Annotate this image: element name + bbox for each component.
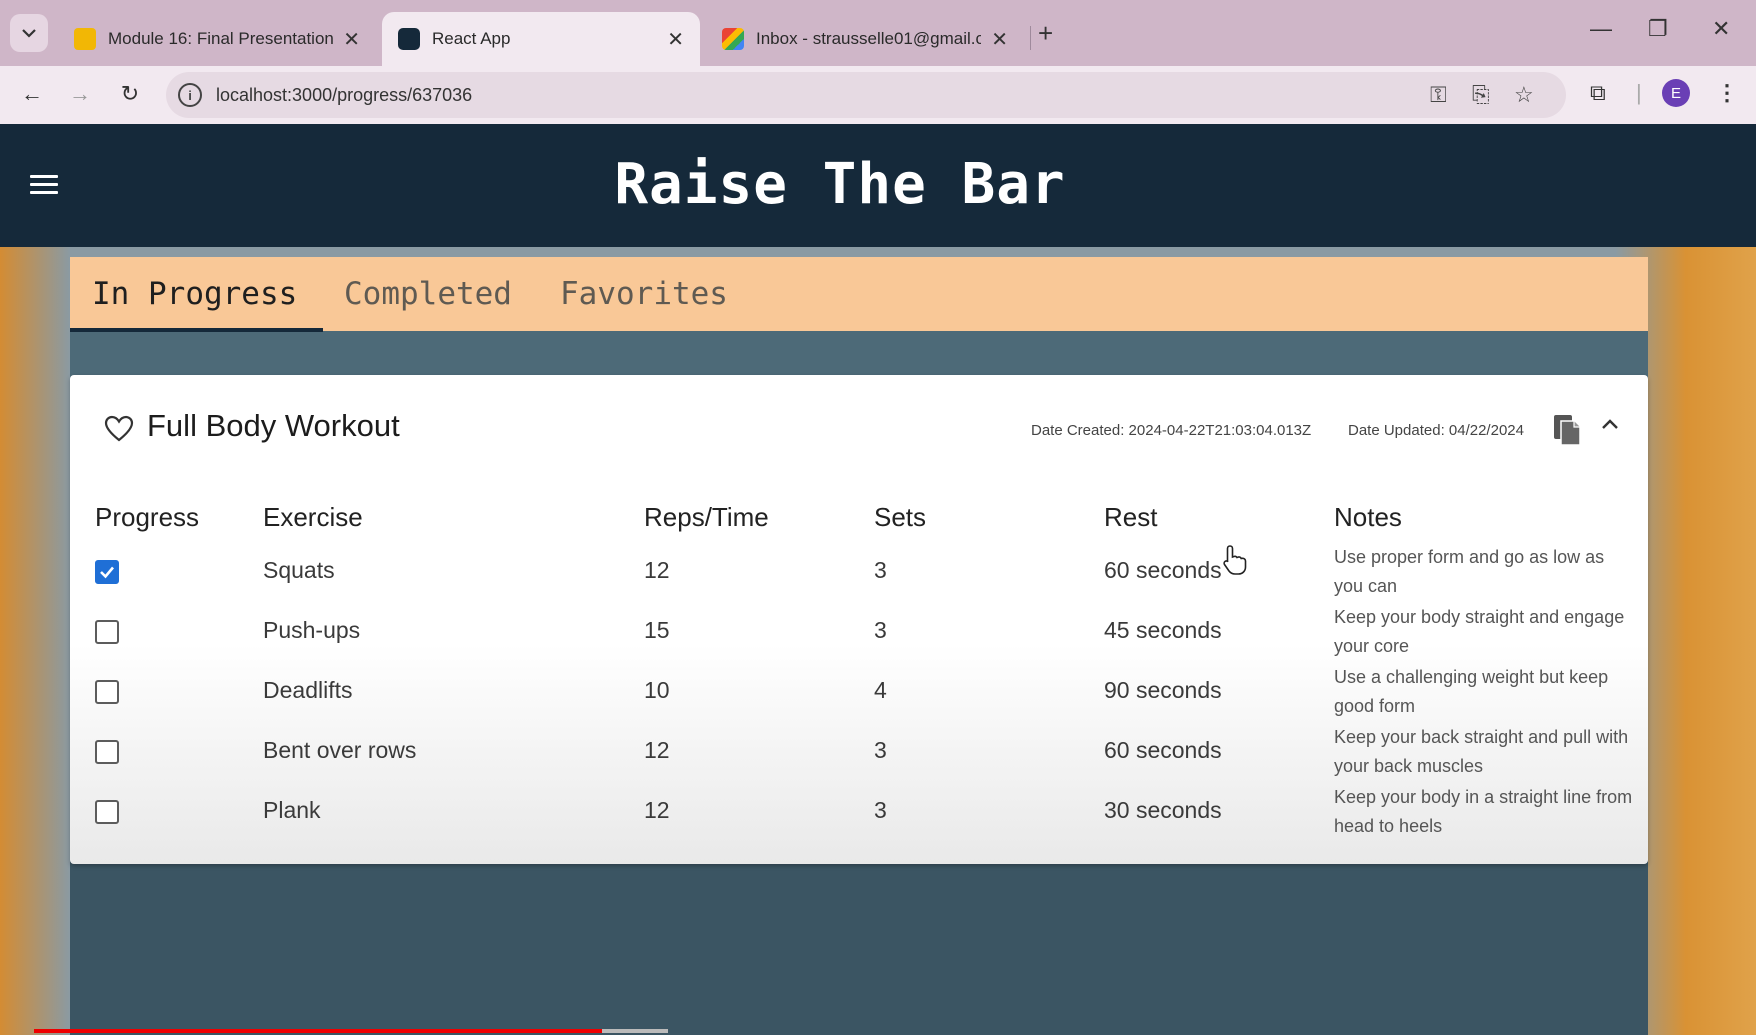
extensions-icon[interactable]: ⧉ (1590, 80, 1606, 106)
exercise-rest: 60 seconds (1104, 557, 1222, 583)
exercise-notes: Keep your body straight and engage your … (1334, 607, 1625, 656)
url-text: localhost:3000/progress/637036 (216, 85, 473, 105)
key-icon[interactable]: ⚿ (1430, 82, 1447, 108)
column-header-rest: Rest (1104, 502, 1158, 532)
browser-tab-module16[interactable]: Module 16: Final Presentation ✕ (58, 12, 376, 66)
progress-checkbox[interactable] (95, 620, 119, 644)
tab-divider (1030, 26, 1031, 50)
exercise-reps: 12 (644, 797, 670, 823)
column-header-notes: Notes (1334, 502, 1402, 532)
table-row: Squats 12 3 60 seconds Use proper form a… (70, 543, 1648, 603)
exercise-name: Plank (263, 797, 321, 823)
browser-tab-strip: Module 16: Final Presentation ✕ React Ap… (0, 0, 1756, 66)
column-header-reps: Reps/Time (644, 502, 769, 532)
browser-tab-gmail[interactable]: Inbox - strausselle01@gmail.co ✕ (706, 12, 1024, 66)
react-icon (398, 28, 420, 50)
video-progress-buffered (602, 1029, 668, 1033)
close-icon[interactable]: ✕ (343, 27, 360, 52)
exercise-sets: 3 (874, 737, 887, 763)
chevron-down-icon (22, 29, 36, 38)
browser-toolbar: ← → ↻ i localhost:3000/progress/637036 ⚿… (0, 66, 1756, 124)
tab-completed[interactable]: Completed (344, 257, 512, 331)
profile-avatar[interactable]: E (1662, 79, 1690, 107)
browser-tab-title: Module 16: Final Presentation (108, 29, 334, 48)
exercise-reps: 15 (644, 617, 670, 643)
browser-tab-title: React App (432, 29, 511, 48)
exercise-reps: 12 (644, 557, 670, 583)
exercise-sets: 3 (874, 617, 887, 643)
app-title: Raise The Bar (614, 152, 1066, 217)
exercise-sets: 3 (874, 797, 887, 823)
exercise-sets: 4 (874, 677, 887, 703)
exercise-name: Deadlifts (263, 677, 353, 703)
progress-checkbox[interactable] (95, 800, 119, 824)
site-info-icon[interactable]: i (178, 83, 202, 107)
tab-favorites[interactable]: Favorites (560, 257, 728, 331)
column-header-sets: Sets (874, 502, 927, 532)
address-bar[interactable]: i localhost:3000/progress/637036 ⚿ ⎘ ☆ (166, 72, 1566, 118)
app-header: Raise The Bar (0, 124, 1756, 247)
kebab-menu-icon[interactable]: ⋮ (1716, 80, 1738, 106)
browser-tab-title: Inbox - strausselle01@gmail.co (756, 29, 982, 48)
exercise-notes: Keep your back straight and pull with yo… (1334, 727, 1629, 776)
window-close-icon[interactable]: ✕ (1712, 16, 1730, 42)
table-row: Plank 12 3 30 seconds Keep your body in … (70, 783, 1648, 843)
exercise-rest: 30 seconds (1104, 797, 1222, 823)
new-tab-button[interactable]: + (1038, 18, 1053, 49)
forward-arrow-icon[interactable]: → (62, 76, 98, 112)
close-icon[interactable]: ✕ (667, 27, 684, 52)
exercise-rest: 45 seconds (1104, 617, 1222, 643)
page-viewport: Raise The Bar In Progress Completed Favo… (0, 124, 1756, 1035)
exercise-notes: Use a challenging weight but keep good f… (1334, 667, 1609, 716)
table-row: Bent over rows 12 3 60 seconds Keep your… (70, 723, 1648, 783)
chevron-up-icon[interactable] (1598, 413, 1622, 437)
column-header-progress: Progress (95, 502, 200, 532)
table-row: Push-ups 15 3 45 seconds Keep your body … (70, 603, 1648, 663)
progress-checkbox[interactable] (95, 680, 119, 704)
heart-outline-icon[interactable] (104, 415, 134, 443)
exercise-notes: Use proper form and go as low as you can (1334, 547, 1605, 596)
exercise-rest: 60 seconds (1104, 737, 1222, 763)
tab-search-button[interactable] (10, 14, 48, 52)
date-updated: Date Updated: 04/22/2024 (1348, 422, 1524, 439)
exercise-name: Bent over rows (263, 737, 417, 763)
date-created: Date Created: 2024-04-22T21:03:04.013Z (1031, 422, 1312, 439)
browser-tab-react-app[interactable]: React App ✕ (382, 12, 700, 66)
gmail-icon (722, 28, 744, 50)
exercise-rest: 90 seconds (1104, 677, 1222, 703)
exercise-name: Push-ups (263, 617, 361, 643)
checkmark-icon (100, 566, 114, 579)
workout-title: Full Body Workout (147, 408, 400, 443)
reload-icon[interactable]: ↻ (112, 76, 148, 112)
toolbar-divider: | (1636, 80, 1642, 105)
slides-icon (74, 28, 96, 50)
progress-checkbox[interactable] (95, 560, 119, 584)
install-app-icon[interactable]: ⎘ (1472, 82, 1490, 108)
minimize-icon[interactable]: — (1590, 16, 1612, 42)
table-row: Deadlifts 10 4 90 seconds Use a challeng… (70, 663, 1648, 723)
back-arrow-icon[interactable]: ← (14, 76, 50, 112)
exercise-notes: Keep your body in a straight line from h… (1334, 787, 1633, 836)
exercise-reps: 12 (644, 737, 670, 763)
active-tab-indicator (70, 328, 323, 332)
exercise-reps: 10 (644, 677, 670, 703)
exercise-name: Squats (263, 557, 335, 583)
bookmark-star-icon[interactable]: ☆ (1514, 82, 1534, 108)
progress-checkbox[interactable] (95, 740, 119, 764)
exercise-sets: 3 (874, 557, 887, 583)
column-header-exercise: Exercise (263, 502, 363, 532)
tab-in-progress[interactable]: In Progress (92, 257, 297, 331)
restore-icon[interactable]: ❐ (1648, 16, 1668, 42)
video-progress-played (34, 1029, 602, 1033)
close-icon[interactable]: ✕ (991, 27, 1008, 52)
workout-card: Full Body Workout Date Created: 2024-04-… (70, 375, 1648, 864)
hand-pointer-cursor-icon (1223, 545, 1247, 575)
copy-icon[interactable] (1552, 413, 1582, 447)
progress-tabs: In Progress Completed Favorites (70, 257, 1648, 331)
